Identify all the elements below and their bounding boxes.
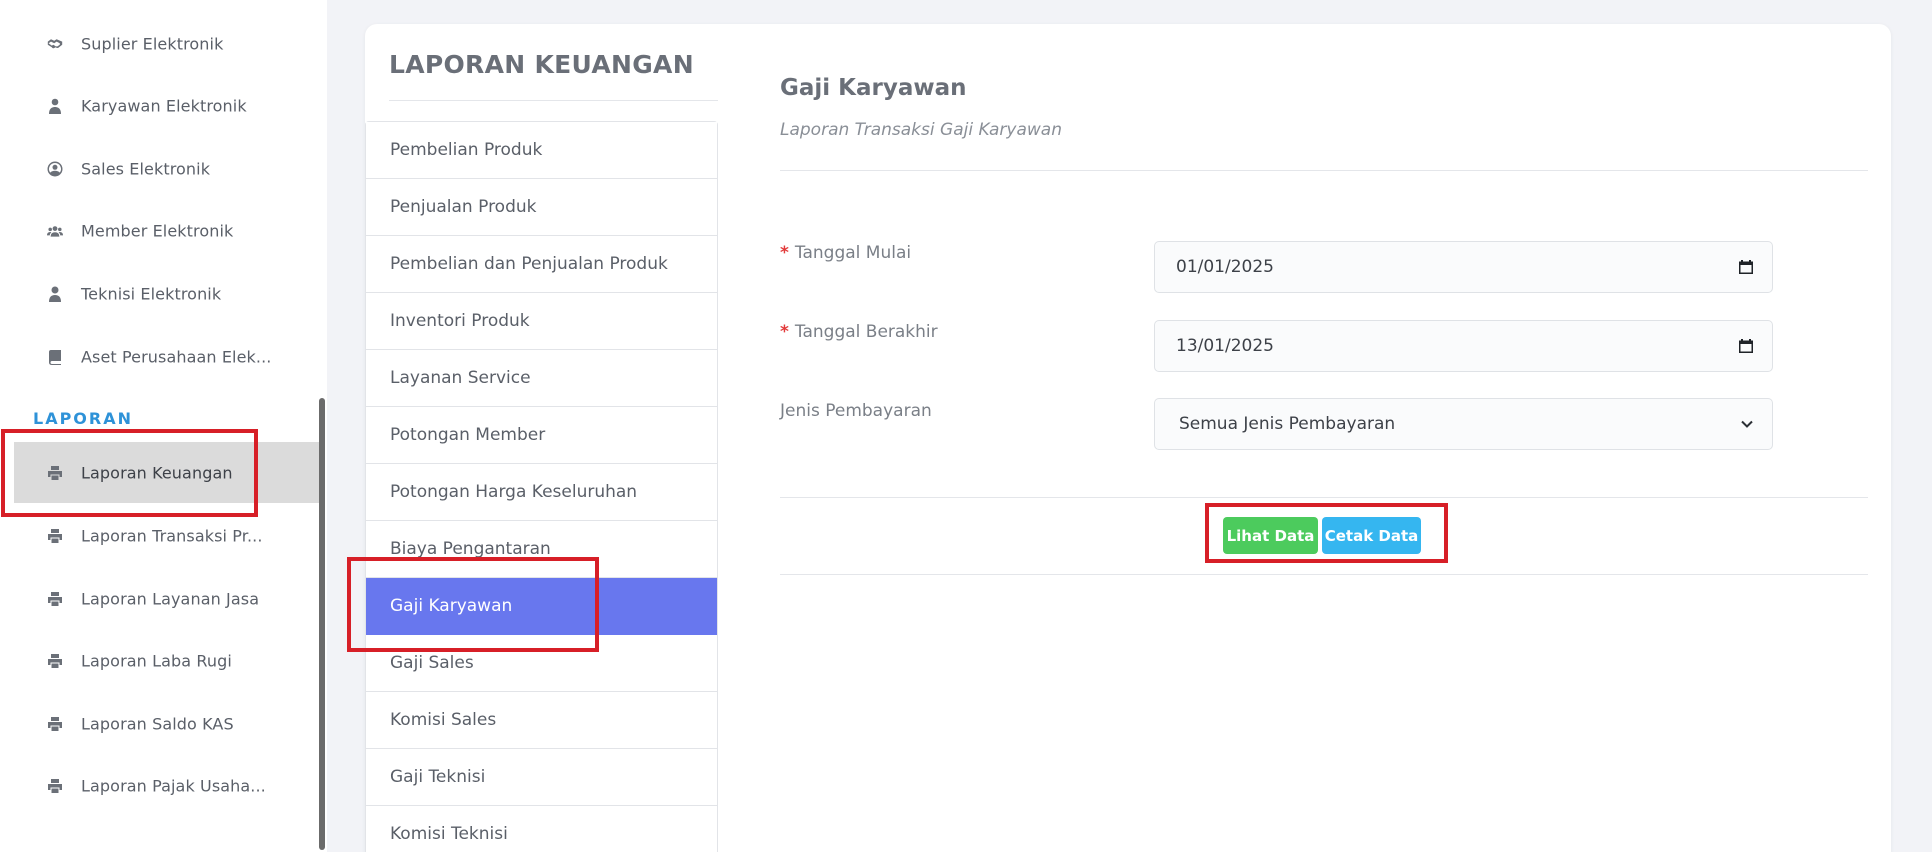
user-circle-icon <box>46 160 64 178</box>
report-item-komisi-sales[interactable]: Komisi Sales <box>366 692 717 749</box>
start-date-label-text: Tanggal Mulai <box>794 243 912 263</box>
report-item-layanan-service[interactable]: Layanan Service <box>366 350 717 407</box>
end-date-label: * Tanggal Berakhir <box>780 322 938 342</box>
sidebar-item-suplier-elektronik[interactable]: Suplier Elektronik <box>14 13 319 74</box>
start-date-input[interactable]: 01/01/2025 <box>1154 241 1773 293</box>
sidebar-item-label: Sales Elektronik <box>81 159 211 178</box>
end-date-value: 13/01/2025 <box>1176 336 1274 356</box>
sidebar-item-label: Laporan Transaksi Pr... <box>81 526 263 545</box>
sidebar-item-label: Laporan Saldo KAS <box>81 714 234 733</box>
divider <box>780 170 1868 171</box>
sidebar-item-label: Karyawan Elektronik <box>81 96 247 115</box>
divider <box>780 574 1868 575</box>
report-type-list: Pembelian Produk Penjualan Produk Pembel… <box>365 121 718 852</box>
sidebar-item-label: Laporan Laba Rugi <box>81 651 232 670</box>
report-item-gaji-teknisi[interactable]: Gaji Teknisi <box>366 749 717 806</box>
sidebar-item-laporan-transaksi[interactable]: Laporan Transaksi Pr... <box>14 505 319 566</box>
user-icon <box>46 285 64 303</box>
sidebar-item-sales-elektronik[interactable]: Sales Elektronik <box>14 138 319 199</box>
sidebar-item-teknisi-elektronik[interactable]: Teknisi Elektronik <box>14 263 319 324</box>
end-date-input[interactable]: 13/01/2025 <box>1154 320 1773 372</box>
payment-type-label: Jenis Pembayaran <box>780 401 932 421</box>
user-tie-icon <box>46 97 64 115</box>
sidebar-item-label: Teknisi Elektronik <box>81 284 222 303</box>
sidebar-item-label: Suplier Elektronik <box>81 34 224 53</box>
printer-icon <box>46 715 64 733</box>
sidebar-item-laporan-pajak-usaha[interactable]: Laporan Pajak Usaha... <box>14 755 319 816</box>
report-item-biaya-pengantaran[interactable]: Biaya Pengantaran <box>366 521 717 578</box>
sidebar-item-label: Laporan Layanan Jasa <box>81 589 260 608</box>
report-item-potongan-member[interactable]: Potongan Member <box>366 407 717 464</box>
required-mark: * <box>780 322 789 342</box>
report-item-inventori-produk[interactable]: Inventori Produk <box>366 293 717 350</box>
printer-icon <box>46 777 64 795</box>
report-item-gaji-sales[interactable]: Gaji Sales <box>366 635 717 692</box>
calendar-icon[interactable] <box>1738 259 1754 275</box>
start-date-label: * Tanggal Mulai <box>780 243 911 263</box>
printer-icon <box>46 590 64 608</box>
handshake-icon <box>46 35 64 53</box>
sidebar-item-laporan-laba-rugi[interactable]: Laporan Laba Rugi <box>14 630 319 691</box>
form-subtitle: Laporan Transaksi Gaji Karyawan <box>780 120 1062 140</box>
sidebar-scrollbar[interactable] <box>319 398 325 850</box>
sidebar-item-label: Laporan Keuangan <box>81 463 233 482</box>
printer-icon <box>46 652 64 670</box>
report-item-pembelian-produk[interactable]: Pembelian Produk <box>366 122 717 179</box>
printer-icon <box>46 464 64 482</box>
divider <box>780 497 1868 498</box>
divider <box>389 100 718 101</box>
sidebar-item-laporan-layanan-jasa[interactable]: Laporan Layanan Jasa <box>14 568 319 629</box>
sidebar-section-title: LAPORAN <box>33 409 133 428</box>
report-item-gaji-karyawan[interactable]: Gaji Karyawan <box>366 578 717 635</box>
form-title: Gaji Karyawan <box>780 75 967 101</box>
calendar-icon[interactable] <box>1738 338 1754 354</box>
sidebar-item-aset-perusahaan[interactable]: Aset Perusahaan Elek... <box>14 326 319 387</box>
report-panel-title: LAPORAN KEUANGAN <box>389 50 694 79</box>
users-icon <box>46 222 64 240</box>
view-data-button[interactable]: Lihat Data <box>1223 517 1318 554</box>
book-icon <box>46 348 64 366</box>
report-item-penjualan-produk[interactable]: Penjualan Produk <box>366 179 717 236</box>
report-item-komisi-teknisi[interactable]: Komisi Teknisi <box>366 806 717 852</box>
sidebar-item-label: Laporan Pajak Usaha... <box>81 776 266 795</box>
sidebar: Suplier Elektronik Karyawan Elektronik S… <box>0 0 327 852</box>
sidebar-item-label: Aset Perusahaan Elek... <box>81 347 272 366</box>
start-date-value: 01/01/2025 <box>1176 257 1274 277</box>
required-mark: * <box>780 243 789 263</box>
end-date-label-text: Tanggal Berakhir <box>794 322 938 342</box>
payment-type-value: Semua Jenis Pembayaran <box>1179 414 1396 434</box>
sidebar-item-karyawan-elektronik[interactable]: Karyawan Elektronik <box>14 75 319 136</box>
report-item-pembelian-penjualan[interactable]: Pembelian dan Penjualan Produk <box>366 236 717 293</box>
sidebar-item-label: Member Elektronik <box>81 221 234 240</box>
sidebar-item-member-elektronik[interactable]: Member Elektronik <box>14 200 319 261</box>
printer-icon <box>46 527 64 545</box>
payment-type-select[interactable]: Semua Jenis Pembayaran <box>1154 398 1773 450</box>
report-card: LAPORAN KEUANGAN Pembelian Produk Penjua… <box>365 24 1891 852</box>
chevron-down-icon <box>1740 417 1754 431</box>
print-data-button[interactable]: Cetak Data <box>1322 517 1421 554</box>
report-item-potongan-harga[interactable]: Potongan Harga Keseluruhan <box>366 464 717 521</box>
sidebar-item-laporan-saldo-kas[interactable]: Laporan Saldo KAS <box>14 693 319 754</box>
sidebar-item-laporan-keuangan[interactable]: Laporan Keuangan <box>14 442 319 503</box>
